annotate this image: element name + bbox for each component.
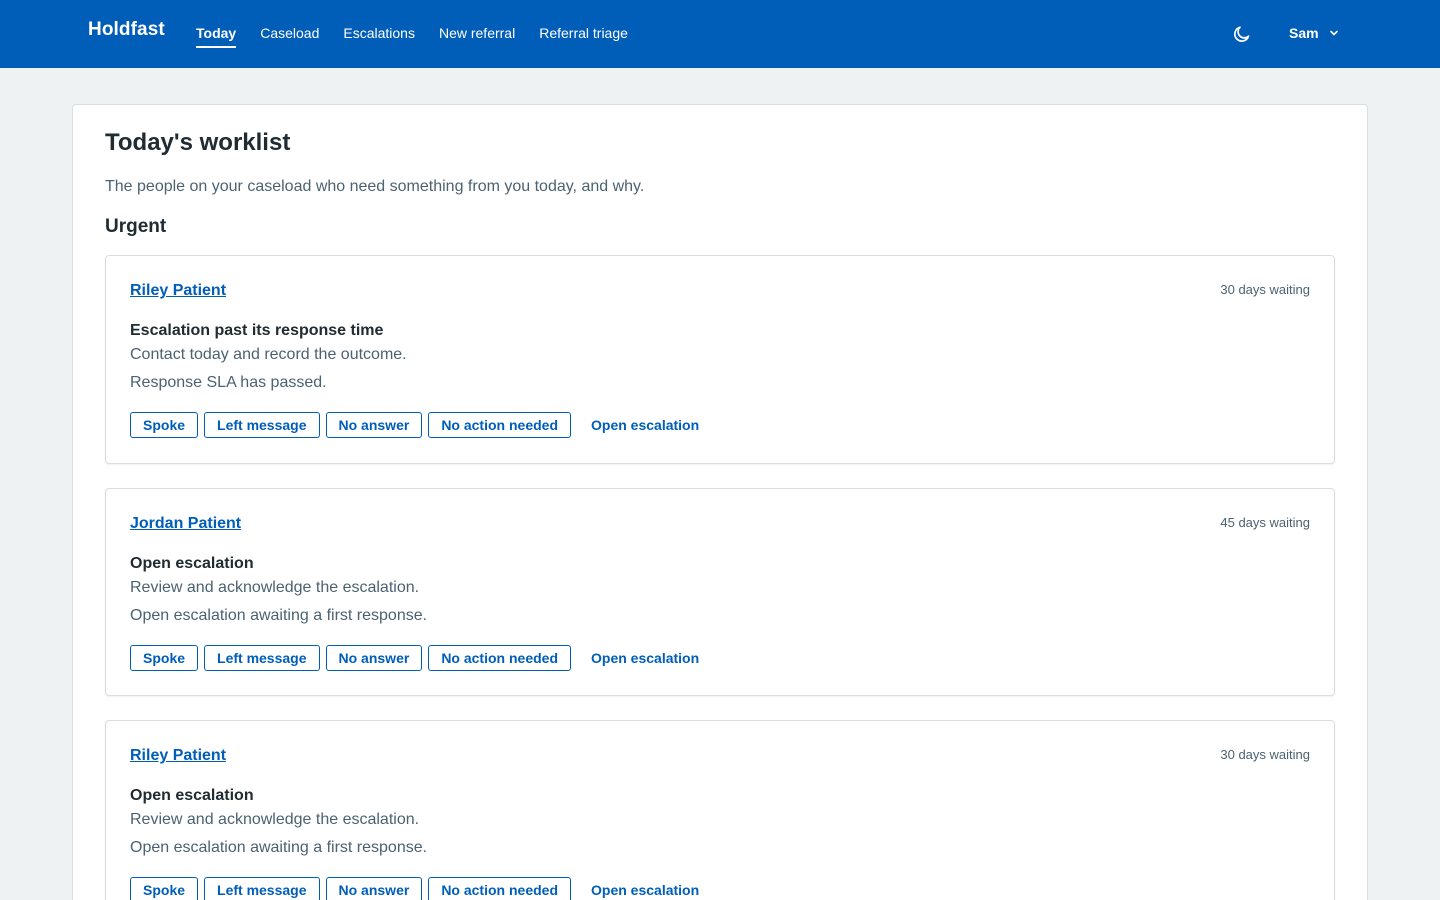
- nav-item-escalations[interactable]: Escalations: [343, 0, 415, 68]
- user-menu[interactable]: Sam: [1289, 25, 1339, 41]
- no-answer-button[interactable]: No answer: [325, 412, 423, 438]
- chevron-down-icon: [1329, 30, 1338, 36]
- main-nav: Today Caseload Escalations New referral …: [196, 0, 652, 68]
- card-detail: Response SLA has passed.: [130, 374, 327, 391]
- card-reason: Escalation past its response time: [130, 322, 384, 339]
- brand-logo[interactable]: Holdfast: [88, 19, 165, 41]
- top-navigation-bar: Holdfast Today Caseload Escalations New …: [0, 0, 1440, 68]
- card-action: Review and acknowledge the escalation.: [130, 811, 420, 828]
- no-action-needed-button[interactable]: No action needed: [428, 645, 571, 671]
- nav-item-caseload[interactable]: Caseload: [260, 0, 319, 68]
- spoke-button[interactable]: Spoke: [130, 877, 199, 900]
- patient-link[interactable]: Riley Patient: [130, 282, 226, 300]
- spoke-button[interactable]: Spoke: [130, 645, 199, 671]
- waiting-time: 45 days waiting: [1220, 515, 1310, 530]
- nav-item-today[interactable]: Today: [196, 0, 237, 68]
- nav-item-referral-triage[interactable]: Referral triage: [539, 0, 628, 68]
- patient-link[interactable]: Riley Patient: [130, 747, 226, 765]
- card-action: Review and acknowledge the escalation.: [130, 579, 420, 596]
- outcome-buttons: Spoke Left message No answer No action n…: [130, 645, 699, 671]
- card-reason: Open escalation: [130, 555, 254, 572]
- user-name: Sam: [1289, 25, 1319, 41]
- no-action-needed-button[interactable]: No action needed: [428, 877, 571, 900]
- worklist-card: Riley Patient 30 days waiting Open escal…: [105, 720, 1335, 900]
- worklist-card: Jordan Patient 45 days waiting Open esca…: [105, 488, 1335, 696]
- card-action: Contact today and record the outcome.: [130, 346, 407, 363]
- card-detail: Open escalation awaiting a first respons…: [130, 607, 428, 624]
- no-action-needed-button[interactable]: No action needed: [428, 412, 571, 438]
- worklist-card: Riley Patient 30 days waiting Escalation…: [105, 255, 1335, 464]
- no-answer-button[interactable]: No answer: [325, 877, 423, 900]
- open-escalation-link[interactable]: Open escalation: [591, 882, 699, 898]
- patient-link[interactable]: Jordan Patient: [130, 515, 241, 533]
- page-title: Today's worklist: [105, 129, 291, 156]
- open-escalation-link[interactable]: Open escalation: [591, 650, 699, 666]
- left-message-button[interactable]: Left message: [204, 645, 320, 671]
- nav-item-new-referral[interactable]: New referral: [439, 0, 515, 68]
- left-message-button[interactable]: Left message: [204, 877, 320, 900]
- page-subtitle: The people on your caseload who need som…: [105, 178, 645, 195]
- waiting-time: 30 days waiting: [1220, 282, 1310, 297]
- card-reason: Open escalation: [130, 787, 254, 804]
- no-answer-button[interactable]: No answer: [325, 645, 423, 671]
- waiting-time: 30 days waiting: [1220, 747, 1310, 762]
- card-detail: Open escalation awaiting a first respons…: [130, 839, 428, 856]
- open-escalation-link[interactable]: Open escalation: [591, 417, 699, 433]
- outcome-buttons: Spoke Left message No answer No action n…: [130, 877, 699, 900]
- left-message-button[interactable]: Left message: [204, 412, 320, 438]
- spoke-button[interactable]: Spoke: [130, 412, 199, 438]
- outcome-buttons: Spoke Left message No answer No action n…: [130, 412, 699, 438]
- section-heading-urgent: Urgent: [105, 216, 167, 237]
- moon-icon[interactable]: [1232, 24, 1252, 44]
